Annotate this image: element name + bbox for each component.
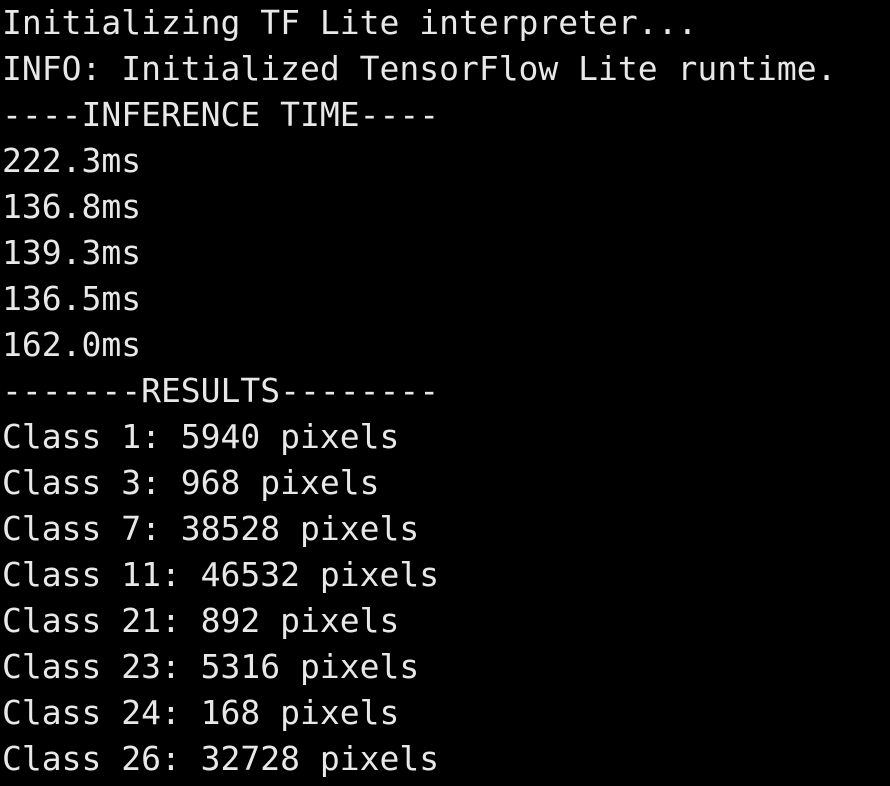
inference-time-value: 139.3ms	[2, 233, 142, 272]
result-line-class-1: Class 1: 5940 pixels	[2, 417, 400, 456]
result-line-class-23: Class 23: 5316 pixels	[2, 647, 420, 686]
result-line-class-7: Class 7: 38528 pixels	[2, 509, 420, 548]
results-header: -------RESULTS--------	[2, 371, 440, 410]
result-line-class-3: Class 3: 968 pixels	[2, 463, 380, 502]
result-line-class-11: Class 11: 46532 pixels	[2, 555, 440, 594]
inference-time-header: ----INFERENCE TIME----	[2, 95, 440, 134]
terminal-output[interactable]: Initializing TF Lite interpreter... INFO…	[0, 0, 890, 786]
log-line-info: INFO: Initialized TensorFlow Lite runtim…	[2, 49, 837, 88]
log-line-init: Initializing TF Lite interpreter...	[2, 3, 698, 42]
result-line-class-24: Class 24: 168 pixels	[2, 693, 400, 732]
inference-time-value: 136.8ms	[2, 187, 142, 226]
result-line-class-26: Class 26: 32728 pixels	[2, 739, 440, 778]
inference-time-value: 222.3ms	[2, 141, 142, 180]
inference-time-value: 136.5ms	[2, 279, 142, 318]
result-line-class-21: Class 21: 892 pixels	[2, 601, 400, 640]
inference-time-value: 162.0ms	[2, 325, 142, 364]
